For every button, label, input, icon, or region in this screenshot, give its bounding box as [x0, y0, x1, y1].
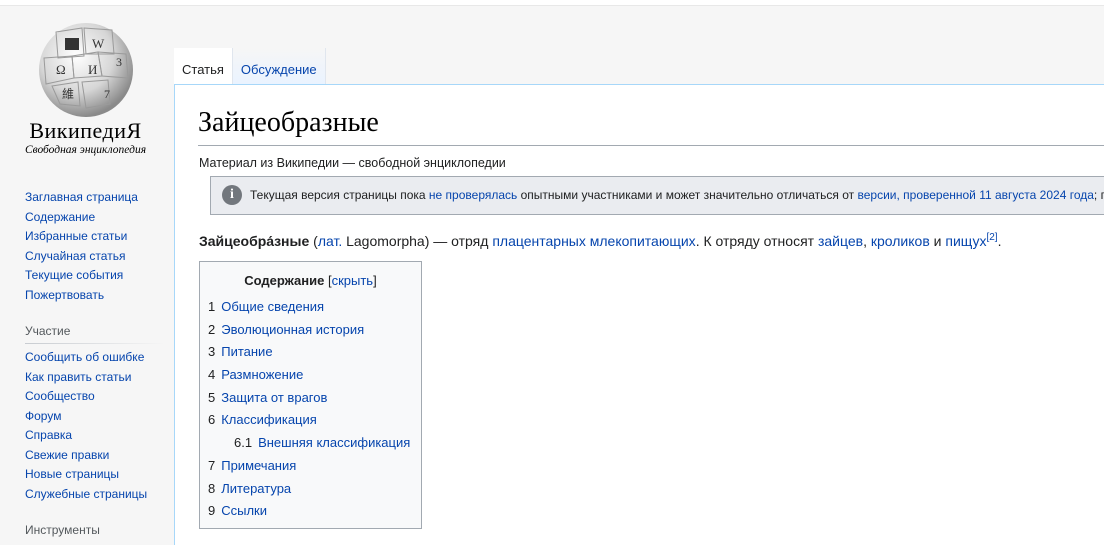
site-subtitle: Материал из Википедии — свободной энцикл… — [199, 156, 506, 170]
unreviewed-link[interactable]: не проверялась — [429, 188, 517, 202]
rabbits-link[interactable]: кроликов — [871, 233, 930, 249]
sidebar-item-main-page[interactable]: Заглавная страница — [25, 190, 138, 204]
revision-notice: i Текущая версия страницы пока не провер… — [210, 176, 1104, 215]
sidebar-item-new-pages[interactable]: Новые страницы — [25, 467, 119, 481]
sidebar-heading-participation: Участие — [25, 324, 71, 338]
info-icon: i — [222, 185, 242, 205]
tab-talk[interactable]: Обсуждение — [232, 48, 326, 84]
logo-wordmark: ВикипедиЯ — [29, 118, 142, 143]
logo-tagline: Свободная энциклопедия — [24, 144, 147, 156]
sidebar-heading-tools[interactable]: Инструменты — [25, 520, 175, 540]
svg-text:3: 3 — [116, 55, 122, 69]
toc-item[interactable]: 4 Размножение — [208, 364, 410, 387]
lead-term: Зайцеобра́зные — [199, 233, 310, 249]
toc-hide-toggle[interactable]: скрыть — [332, 273, 374, 288]
sidebar-divider — [25, 343, 165, 344]
sidebar-item-random[interactable]: Случайная статья — [25, 249, 125, 263]
sidebar-item-forum[interactable]: Форум — [25, 409, 61, 423]
sidebar-item-help[interactable]: Справка — [25, 428, 72, 442]
svg-text:維: 維 — [62, 87, 74, 101]
globe-icon: W Ω И 維 7 3 — [39, 23, 133, 117]
sidebar-item-how-to-edit[interactable]: Как править статьи — [25, 370, 131, 384]
svg-text:И: И — [88, 62, 97, 77]
toc-item[interactable]: 8 Литература — [208, 478, 410, 501]
toc-item[interactable]: 3 Питание — [208, 341, 410, 364]
toc-subitem[interactable]: 6.1 Внешняя классификация — [208, 432, 410, 455]
sidebar-item-donate[interactable]: Пожертвовать — [25, 288, 104, 302]
sidebar-item-community[interactable]: Сообщество — [25, 389, 95, 403]
svg-text:7: 7 — [104, 87, 110, 101]
table-of-contents: Содержание [скрыть] 1 Общие сведения 2 Эво… — [199, 261, 422, 529]
toc-list: 1 Общие сведения 2 Эволюционная история 3П… — [208, 296, 410, 523]
sidebar-item-report-error[interactable]: Сообщить об ошибке — [25, 350, 144, 364]
toc-item[interactable]: 6 Классификация — [208, 409, 410, 432]
toc-item[interactable]: 7 Примечания — [208, 455, 410, 478]
toc-item[interactable]: 5 Защита от врагов — [208, 387, 410, 410]
notice-text: Текущая версия страницы пока не проверял… — [250, 188, 1104, 202]
sidebar-item-featured[interactable]: Избранные статьи — [25, 229, 127, 243]
sidebar: Заглавная страница Содержание Избранные … — [25, 188, 175, 540]
content-area: Зайцеобразные Материал из Википедии — св… — [174, 84, 1104, 545]
reviewed-version-link[interactable]: версии, проверенной 11 августа 2024 года — [857, 188, 1093, 202]
wikipedia-logo[interactable]: W Ω И 維 7 3 ВикипедиЯ Свободная энциклоп… — [18, 18, 158, 163]
toc-item[interactable]: 2 Эволюционная история — [208, 319, 410, 342]
toc-title: Содержание — [244, 273, 325, 288]
sidebar-item-current-events[interactable]: Текущие события — [25, 268, 123, 282]
placental-mammals-link[interactable]: плацентарных млекопитающих — [492, 233, 695, 249]
page-title: Зайцеобразные — [198, 107, 379, 138]
toc-item[interactable]: 9 Ссылки — [208, 500, 410, 523]
heading-divider — [198, 145, 1104, 146]
top-bar — [0, 0, 1104, 6]
hares-link[interactable]: зайцев — [818, 233, 863, 249]
reference-link[interactable]: [2] — [986, 232, 997, 243]
sidebar-navigation: Заглавная страница Содержание Избранные … — [25, 188, 175, 305]
svg-text:Ω: Ω — [56, 62, 66, 77]
toc-item[interactable]: 1 Общие сведения — [208, 296, 410, 319]
pikas-link[interactable]: пищух — [945, 233, 986, 249]
lead-paragraph: Зайцеобра́зные (лат. Lagomorpha) — отряд… — [199, 232, 1002, 249]
tab-article[interactable]: Статья — [174, 48, 233, 84]
page-tabs: Статья Обсуждение — [174, 48, 326, 85]
svg-text:W: W — [92, 36, 105, 51]
sidebar-item-recent-changes[interactable]: Свежие правки — [25, 448, 109, 462]
toc-title-row: Содержание [скрыть] — [244, 273, 377, 288]
sidebar-item-special-pages[interactable]: Служебные страницы — [25, 487, 147, 501]
sidebar-participation: Сообщить об ошибке Как править статьи Со… — [25, 348, 175, 504]
latin-link[interactable]: лат. — [318, 233, 342, 249]
sidebar-item-contents[interactable]: Содержание — [25, 210, 95, 224]
